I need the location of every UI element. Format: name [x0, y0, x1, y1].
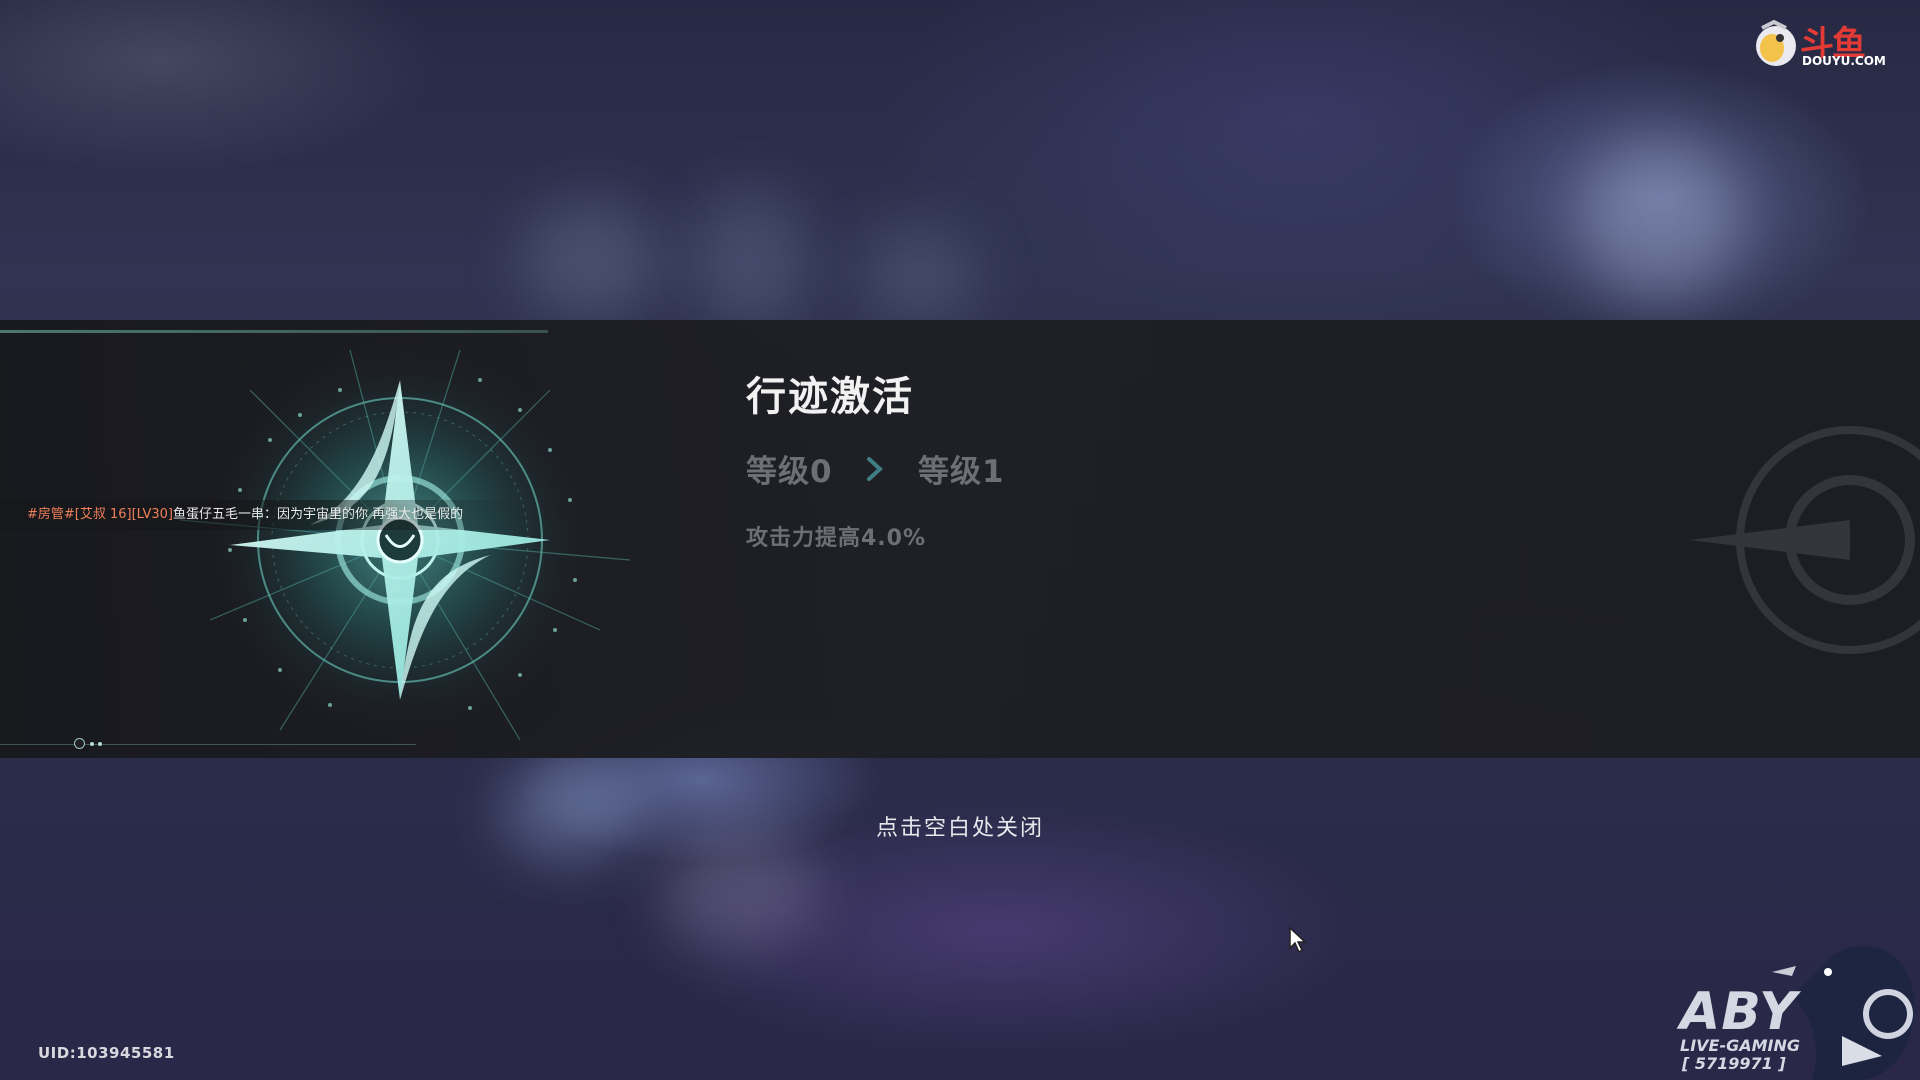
danmaku-user: 鱼蛋仔五毛一串: [173, 507, 265, 522]
streamer-subtitle: LIVE-GAMING: [1680, 1036, 1801, 1055]
mouse-pointer-icon: [1289, 926, 1307, 954]
panel-title: 行迹激活: [746, 374, 914, 420]
page-dot: [98, 742, 102, 746]
douyu-logo-domain: DOUYU.COM: [1802, 54, 1886, 68]
danmaku-comment: #房管#[艾叔 16][LV30]鱼蛋仔五毛一串：因为宇宙里的你 再强大也是假的: [0, 500, 530, 530]
douyu-mascot-icon: [1756, 19, 1796, 66]
trace-compass-emblem-icon: [179, 340, 631, 741]
faded-path-emblem-icon: [1690, 426, 1920, 654]
streamer-room-number: [ 5719971 ]: [1682, 1054, 1786, 1073]
level-to: 等级1: [918, 454, 1005, 490]
douyu-logo: 斗鱼 DOUYU.COM: [1752, 18, 1892, 72]
player-uid: UID:103945581: [38, 1044, 175, 1062]
page-dot-current: [74, 738, 85, 749]
danmaku-message: ：因为宇宙里的你 再强大也是假的: [264, 507, 464, 522]
game-screen[interactable]: 行迹激活 等级0 等级1 攻击力提高4.0% #房管#[艾叔 16][LV30]…: [0, 0, 1920, 1080]
danmaku-prefix: #房管#[艾叔 16][LV30]: [27, 507, 173, 522]
close-hint[interactable]: 点击空白处关闭: [0, 810, 1920, 842]
chevron-right-icon: [867, 457, 883, 481]
page-dot: [90, 742, 94, 746]
streamer-logo-text: ABY: [1680, 982, 1798, 1042]
effect-description: 攻击力提高4.0%: [746, 526, 927, 551]
level-from: 等级0: [746, 454, 833, 490]
streamer-watermark: ABY LIVE-GAMING [ 5719971 ]: [1676, 936, 1920, 1080]
